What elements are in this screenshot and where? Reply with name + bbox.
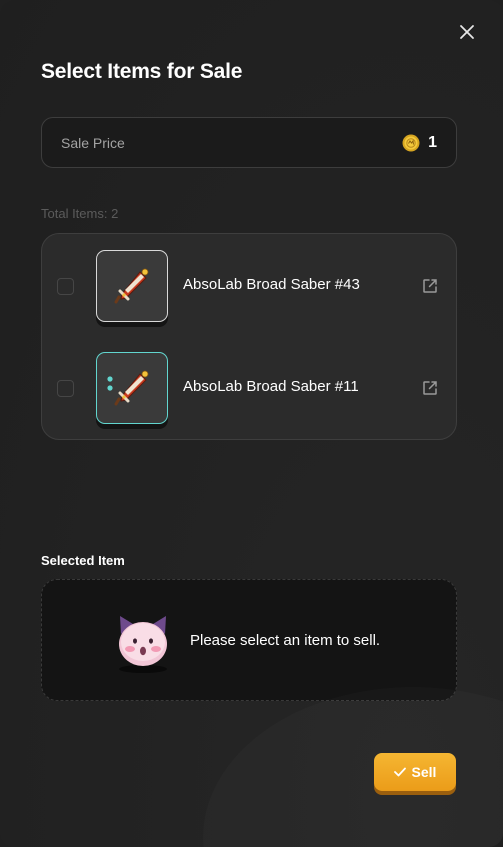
list-item[interactable]: AbsoLab Broad Saber #11 [42, 352, 456, 426]
item-name: AbsoLab Broad Saber #11 [183, 378, 359, 395]
item-thumbnail [96, 352, 168, 424]
external-link-icon[interactable] [421, 379, 439, 397]
broad-saber-icon [114, 370, 149, 406]
modal-title: Select Items for Sale [41, 60, 243, 83]
sell-modal: Select Items for Sale Sale Price 1 Total… [0, 0, 503, 847]
external-link-icon[interactable] [421, 277, 439, 295]
item-name: AbsoLab Broad Saber #43 [183, 276, 360, 293]
selected-item-dropzone: Please select an item to sell. [41, 579, 457, 701]
list-item[interactable]: AbsoLab Broad Saber #43 [42, 250, 456, 324]
close-button[interactable] [455, 20, 479, 44]
item-list: AbsoLab Broad Saber #43 AbsoLab Broad Sa… [41, 233, 457, 440]
check-icon [393, 767, 406, 777]
empty-selection-message: Please select an item to sell. [190, 632, 381, 649]
item-checkbox[interactable] [57, 278, 74, 295]
coin-icon [402, 134, 420, 151]
pink-cat-mascot-icon [119, 616, 167, 673]
item-thumbnail [96, 250, 168, 322]
selected-item-heading: Selected Item [41, 553, 125, 568]
close-icon [460, 25, 474, 39]
total-items-count: Total Items: 2 [41, 206, 119, 221]
sale-price-label: Sale Price [61, 134, 125, 151]
item-checkbox[interactable] [57, 380, 74, 397]
broad-saber-icon [114, 268, 149, 304]
sale-price-value: 1 [428, 133, 437, 151]
rarity-dots-icon [107, 376, 113, 391]
sell-button-label: Sell [411, 764, 437, 780]
sell-button[interactable]: Sell [374, 753, 456, 791]
sale-price-field[interactable]: Sale Price 1 [41, 117, 457, 168]
